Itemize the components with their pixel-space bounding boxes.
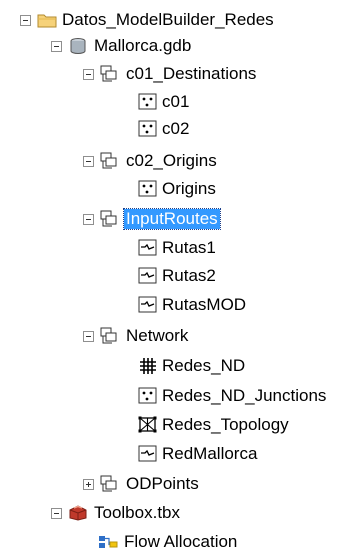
geodatabase-icon <box>70 38 86 54</box>
topology-icon <box>138 416 157 433</box>
feature-dataset-icon <box>100 152 117 169</box>
point-feature-class-icon <box>138 93 157 110</box>
tree-item-featureclass[interactable]: Rutas2 <box>0 265 363 287</box>
tree-item-label: Mallorca.gdb <box>94 36 192 55</box>
point-feature-class-icon <box>138 387 157 404</box>
tree-item-label: c02 <box>162 119 190 138</box>
tree-item-tool[interactable]: Flow Allocation <box>0 531 363 553</box>
line-feature-class-icon <box>138 296 157 313</box>
tree-item-featureclass[interactable]: Origins <box>0 178 363 200</box>
tree-item-label: RutasMOD <box>162 295 247 314</box>
folder-icon <box>37 14 57 28</box>
tree-item-label: Rutas1 <box>162 238 216 257</box>
network-dataset-icon <box>140 358 156 374</box>
line-feature-class-icon <box>138 445 157 462</box>
tree-item-label: Redes_Topology <box>162 415 289 434</box>
tree-item-label: c01 <box>162 92 190 111</box>
tree-item-dataset[interactable]: c01_Destinations <box>0 63 363 85</box>
tree-item-label: Rutas2 <box>162 266 216 285</box>
toolbox-icon <box>69 505 87 521</box>
tree-item-label: Redes_ND_Junctions <box>162 386 327 405</box>
point-feature-class-icon <box>138 120 157 137</box>
line-feature-class-icon <box>138 239 157 256</box>
tree-item-dataset[interactable]: ODPoints <box>0 473 363 495</box>
collapse-toggle[interactable] <box>20 15 31 26</box>
collapse-toggle[interactable] <box>51 41 62 52</box>
collapse-toggle[interactable] <box>83 331 94 342</box>
tree-item-featureclass[interactable]: RedMallorca <box>0 443 363 465</box>
point-feature-class-icon <box>138 180 157 197</box>
feature-dataset-icon <box>100 210 117 227</box>
tree-item-label: Datos_ModelBuilder_Redes <box>62 10 274 29</box>
tree-item-label: InputRoutes <box>123 208 221 230</box>
tree-item-dataset[interactable]: c02_Origins <box>0 150 363 172</box>
tree-item-label: Flow Allocation <box>124 532 238 551</box>
tree-item-dataset-selected[interactable]: InputRoutes <box>0 208 363 230</box>
tree-item-label: c02_Origins <box>126 151 217 170</box>
line-feature-class-icon <box>138 267 157 284</box>
tree-item-label: Origins <box>162 179 216 198</box>
tree-item-dataset[interactable]: Network <box>0 325 363 347</box>
collapse-toggle[interactable] <box>83 156 94 167</box>
tree-item-label: ODPoints <box>126 474 199 493</box>
tree-item-featureclass[interactable]: Redes_ND_Junctions <box>0 385 363 407</box>
tree-item-network-dataset[interactable]: Redes_ND <box>0 355 363 377</box>
feature-dataset-icon <box>100 65 117 82</box>
tree-item-label: Redes_ND <box>162 356 246 375</box>
tree-item-label: RedMallorca <box>162 444 258 463</box>
collapse-toggle[interactable] <box>83 214 94 225</box>
tree-item-root[interactable]: Datos_ModelBuilder_Redes <box>0 9 363 31</box>
tree-item-label: c01_Destinations <box>126 64 257 83</box>
tree-item-featureclass[interactable]: Rutas1 <box>0 237 363 259</box>
feature-dataset-icon <box>100 327 117 344</box>
expand-toggle[interactable] <box>83 479 94 490</box>
tree-item-gdb[interactable]: Mallorca.gdb <box>0 35 363 57</box>
tree-item-featureclass[interactable]: c01 <box>0 91 363 113</box>
feature-dataset-icon <box>100 475 117 492</box>
tree-item-featureclass[interactable]: RutasMOD <box>0 294 363 316</box>
tree-item-label: Toolbox.tbx <box>94 503 180 522</box>
collapse-toggle[interactable] <box>51 508 62 519</box>
collapse-toggle[interactable] <box>83 69 94 80</box>
tree-item-topology[interactable]: Redes_Topology <box>0 414 363 436</box>
tree-item-featureclass[interactable]: c02 <box>0 118 363 140</box>
model-tool-icon <box>99 536 118 548</box>
tree-item-label: Network <box>126 326 189 345</box>
tree-item-toolbox[interactable]: Toolbox.tbx <box>0 502 363 524</box>
